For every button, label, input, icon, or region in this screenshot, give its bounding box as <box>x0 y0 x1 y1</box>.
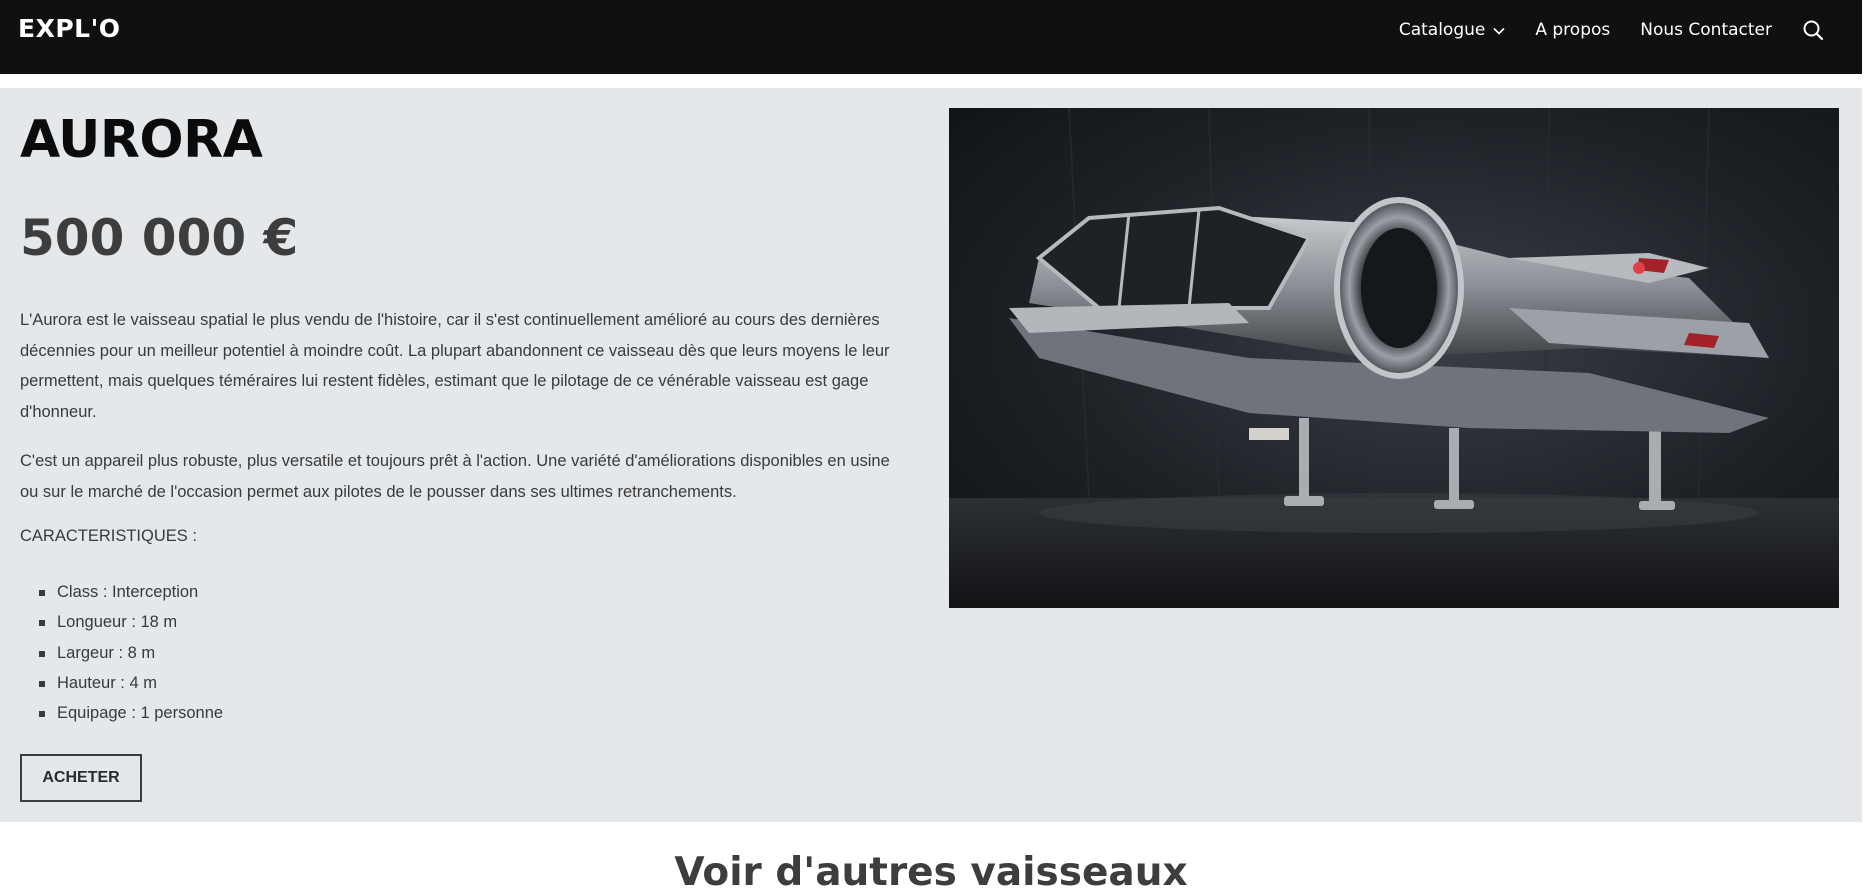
spec-item: Class : Interception <box>38 577 223 607</box>
specs-list: Class : Interception Longueur : 18 m Lar… <box>38 577 223 728</box>
product-title: AURORA <box>20 110 263 170</box>
related-ships-title: Voir d'autres vaisseaux <box>674 850 1188 895</box>
product-description: L'Aurora est le vaisseau spatial le plus… <box>20 311 890 421</box>
spec-item: Largeur : 8 m <box>38 638 223 668</box>
main-nav: Catalogue A propos Nous Contacter <box>1399 0 1824 60</box>
spec-item: Equipage : 1 personne <box>38 698 223 728</box>
spec-item: Hauteur : 4 m <box>38 668 223 698</box>
nav-contact[interactable]: Nous Contacter <box>1640 20 1772 40</box>
nav-about[interactable]: A propos <box>1535 20 1610 40</box>
ship-image <box>949 108 1839 608</box>
nav-catalogue[interactable]: Catalogue <box>1399 20 1506 40</box>
scrollbar[interactable] <box>1862 0 1874 896</box>
buy-button[interactable]: ACHETER <box>20 754 142 802</box>
product-description-2: C'est un appareil plus robuste, plus ver… <box>20 452 890 501</box>
site-logo[interactable]: EXPL'O <box>18 14 121 43</box>
specs-heading: CARACTERISTIQUES : <box>20 527 197 545</box>
header-spacer <box>0 74 1862 88</box>
spec-item: Longueur : 18 m <box>38 607 223 637</box>
chevron-down-icon <box>1493 20 1505 40</box>
nav-catalogue-label: Catalogue <box>1398 20 1486 40</box>
product-price: 500 000 € <box>20 209 299 267</box>
search-icon[interactable] <box>1802 19 1824 41</box>
top-navbar: EXPL'O Catalogue A propos Nous Contacter <box>0 0 1862 74</box>
